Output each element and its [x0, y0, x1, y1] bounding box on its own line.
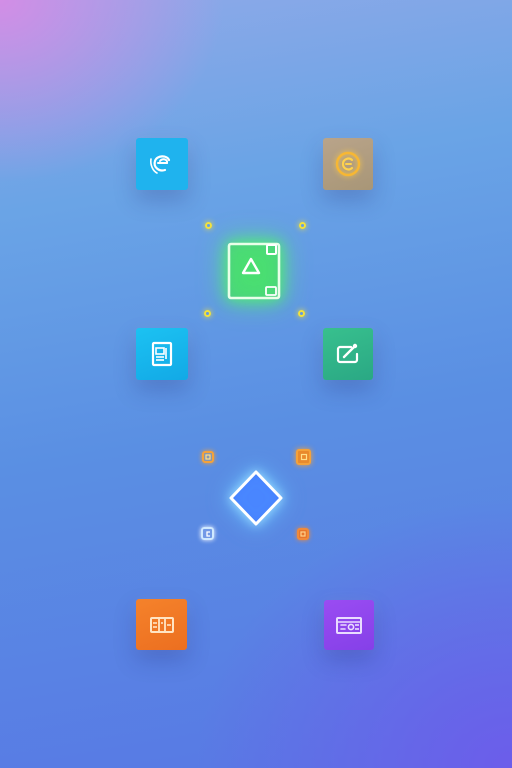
- grid-panel-icon: [149, 616, 174, 633]
- video-card-tile[interactable]: [324, 600, 374, 650]
- connector-square: [297, 528, 309, 540]
- swirl-e-icon: [150, 155, 171, 174]
- diamond-button[interactable]: [226, 468, 286, 528]
- gold-coin-icon: [335, 151, 361, 177]
- connector-dot: [204, 310, 211, 317]
- connector-square: [296, 449, 311, 465]
- diamond-icon: [229, 470, 283, 526]
- connector-square: [201, 527, 214, 540]
- document-icon: [151, 341, 173, 367]
- gold-coin-tile[interactable]: [323, 138, 373, 190]
- document-tile[interactable]: [136, 328, 188, 380]
- image-frame-icon: [227, 242, 281, 300]
- image-frame-button[interactable]: [226, 241, 282, 301]
- connector-dot: [299, 222, 306, 229]
- edit-card-icon: [336, 343, 359, 364]
- connector-square: [202, 451, 214, 463]
- connector-dot: [298, 310, 305, 317]
- grid-panel-tile[interactable]: [136, 599, 187, 650]
- swirl-e-tile[interactable]: [136, 138, 188, 190]
- video-card-icon: [336, 617, 362, 634]
- connector-dot: [205, 222, 212, 229]
- edit-card-tile[interactable]: [323, 328, 373, 380]
